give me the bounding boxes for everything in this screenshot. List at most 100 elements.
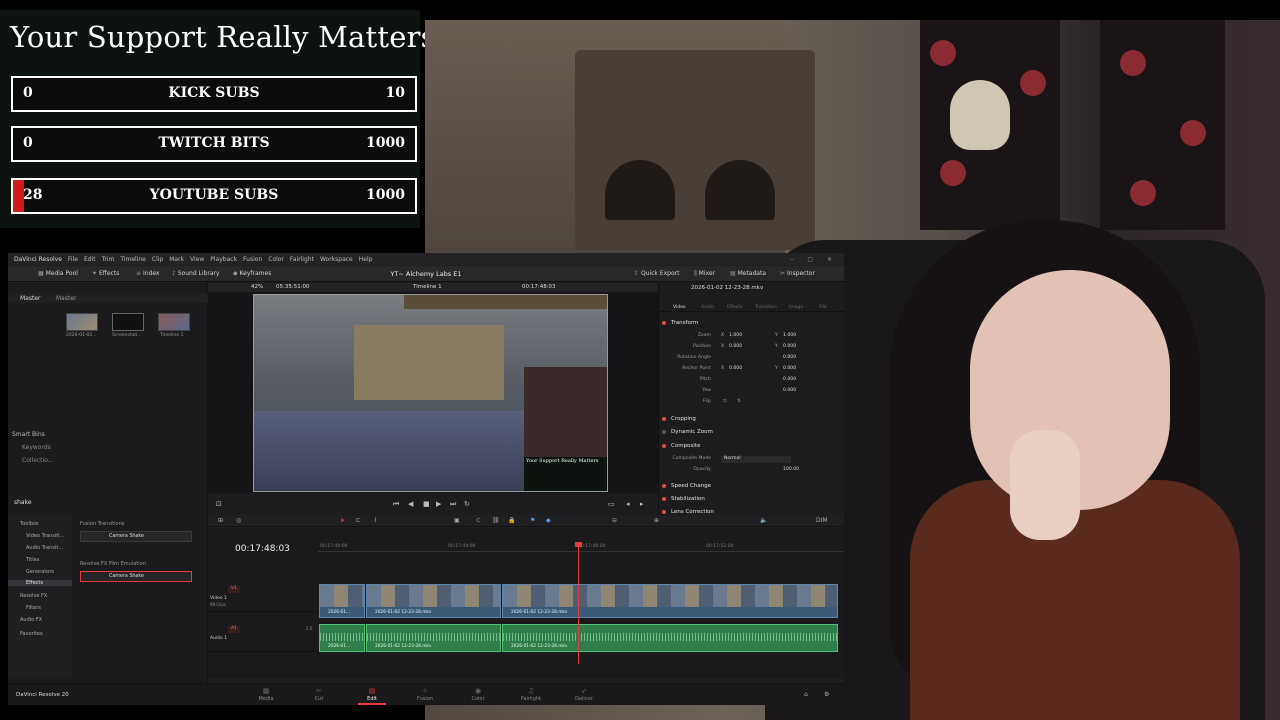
viewer-options-icon[interactable]: ⊡	[216, 500, 222, 508]
section-cropping[interactable]: Cropping	[662, 416, 696, 422]
tree-generators[interactable]: Generators	[26, 569, 54, 575]
reverse-icon[interactable]: ◀	[408, 500, 413, 508]
metadata-button[interactable]: ▤ Metadata	[730, 270, 766, 277]
smart-bin-collections[interactable]: Collectio...	[12, 457, 54, 464]
audio-clip[interactable]: 2026-01...	[319, 624, 365, 652]
page-cut[interactable]: ✂ Cut	[305, 687, 333, 702]
link-icon[interactable]: ⛓	[492, 517, 500, 524]
marker-icon[interactable]: ◆	[546, 517, 551, 524]
smart-bin-keywords[interactable]: Keywords	[12, 444, 54, 451]
mark-out-icon[interactable]: ▸	[640, 500, 644, 508]
anchor-y-field[interactable]: 0.000	[783, 366, 796, 371]
pitch-field[interactable]: 0.000	[783, 377, 796, 382]
menu-color[interactable]: Color	[268, 256, 284, 263]
tree-audio-fx[interactable]: Audio FX	[20, 617, 42, 623]
tree-resolve-fx[interactable]: Resolve FX	[20, 593, 47, 599]
settings-gear-icon[interactable]: ⚙	[824, 691, 829, 698]
clip-thumbnail[interactable]	[66, 313, 98, 331]
tree-video-transitions[interactable]: Video Transiti...	[26, 533, 64, 539]
viewer-zoom[interactable]: 42%	[251, 284, 263, 290]
tree-favorites[interactable]: Favorites	[20, 631, 43, 637]
stop-icon[interactable]: ■	[423, 500, 430, 508]
zoom-in-icon[interactable]: ⊕	[654, 517, 659, 524]
volume-icon[interactable]: 🔈	[760, 517, 767, 524]
menu-clip[interactable]: Clip	[152, 256, 163, 263]
yaw-field[interactable]: 0.000	[783, 388, 796, 393]
section-speed-change[interactable]: Speed Change	[661, 483, 711, 489]
tree-audio-transitions[interactable]: Audio Transit...	[26, 545, 63, 551]
tab-audio[interactable]: Audio	[701, 305, 714, 310]
timeline-thumbnail[interactable]	[158, 313, 190, 331]
blade-tool-icon[interactable]: ⌇	[374, 517, 377, 524]
tab-master-bin[interactable]: Master	[56, 295, 77, 302]
layout-icon[interactable]: ⊞	[218, 517, 223, 524]
tree-filters[interactable]: Filters	[26, 605, 41, 611]
section-composite[interactable]: Composite	[661, 443, 700, 449]
trim-tool-icon[interactable]: ⊏	[356, 517, 361, 524]
flip-horizontal-icon[interactable]: ⇆	[723, 399, 727, 404]
tab-file[interactable]: File	[819, 305, 827, 310]
match-frame-icon[interactable]: ▭	[608, 500, 615, 508]
track-height-icon[interactable]: ◎	[236, 517, 241, 524]
section-dynamic-zoom[interactable]: Dynamic Zoom	[662, 429, 713, 435]
page-deliver[interactable]: ➶ Deliver	[570, 687, 598, 702]
tree-toolbox[interactable]: Toolbox	[20, 521, 39, 527]
video-clip[interactable]: 2026-01-02 12-23-28.mkv	[366, 584, 501, 618]
dim-button[interactable]: DIM	[816, 517, 828, 524]
mixer-button[interactable]: ⫼ Mixer	[694, 270, 715, 278]
flag-icon[interactable]: ⚑	[530, 517, 535, 524]
section-transform[interactable]: Transform	[661, 320, 698, 326]
opacity-field[interactable]: 100.00	[783, 467, 799, 472]
page-edit[interactable]: ▤ Edit	[358, 687, 386, 705]
page-fusion[interactable]: ✧ Fusion	[411, 687, 439, 702]
lock-icon[interactable]: 🔒	[508, 517, 515, 524]
menu-edit[interactable]: Edit	[84, 256, 96, 263]
skip-back-icon[interactable]: ⏮	[393, 500, 399, 509]
tab-transition[interactable]: Transition	[755, 305, 777, 310]
tab-video[interactable]: Video	[673, 305, 686, 310]
zoom-y-field[interactable]: 1.000	[783, 333, 796, 338]
menu-view[interactable]: View	[190, 256, 204, 263]
snapping-icon[interactable]: ⊂	[476, 517, 481, 524]
menu-mark[interactable]: Mark	[169, 256, 184, 263]
tab-image[interactable]: Image	[789, 305, 803, 310]
effect-camera-shake-fusion[interactable]: Camera Shake	[80, 531, 192, 542]
menu-playback[interactable]: Playback	[210, 256, 237, 263]
tree-effects[interactable]: Effects	[8, 580, 72, 586]
effects-search-input[interactable]: shake	[14, 499, 204, 508]
play-icon[interactable]: ▶	[436, 500, 441, 508]
page-fairlight[interactable]: ♫ Fairlight	[517, 687, 545, 702]
menu-file[interactable]: File	[68, 256, 78, 263]
tab-effects[interactable]: Effects	[727, 305, 742, 310]
menu-trim[interactable]: Trim	[102, 256, 115, 263]
viewer-frame[interactable]: Your Support Really Matters	[253, 294, 608, 492]
inspector-button[interactable]: ✂ Inspector	[780, 270, 815, 277]
skip-forward-icon[interactable]: ⏭	[450, 500, 456, 509]
flip-vertical-icon[interactable]: ⇅	[737, 399, 741, 404]
audio-track-header[interactable]: A1 Audio 1 2.0	[208, 622, 318, 652]
menu-fusion[interactable]: Fusion	[243, 256, 262, 263]
selection-tool-icon[interactable]: ➤	[340, 517, 345, 524]
audio-clip[interactable]: 2026-01-02 12-23-28.mkv	[366, 624, 501, 652]
overwrite-icon[interactable]: ▣	[454, 517, 460, 524]
home-icon[interactable]: ⌂	[804, 691, 808, 698]
menu-help[interactable]: Help	[359, 256, 373, 263]
window-controls[interactable]: – ▢ ✕	[790, 256, 838, 263]
clip-thumbnail[interactable]	[112, 313, 144, 331]
menu-fairlight[interactable]: Fairlight	[290, 256, 314, 263]
loop-icon[interactable]: ↻	[464, 500, 470, 508]
video-clip[interactable]: 2026-01-02 12-23-28.mkv	[502, 584, 838, 618]
zoom-out-icon[interactable]: ⊖	[612, 517, 617, 524]
mark-in-icon[interactable]: ◂	[626, 500, 630, 508]
viewer-timeline-name[interactable]: Timeline 1	[413, 284, 442, 290]
zoom-x-field[interactable]: 1.000	[729, 333, 742, 338]
rotation-field[interactable]: 0.000	[783, 355, 796, 360]
page-media[interactable]: ▦ Media	[252, 687, 280, 702]
menu-timeline[interactable]: Timeline	[120, 256, 146, 263]
tab-master[interactable]: Master	[20, 295, 41, 302]
section-stabilization[interactable]: Stabilization	[662, 496, 705, 502]
audio-clip[interactable]: 2026-01-02 12-23-28.mkv	[502, 624, 838, 652]
position-y-field[interactable]: 0.000	[783, 344, 796, 349]
page-color[interactable]: ◉ Color	[464, 687, 492, 702]
position-x-field[interactable]: 0.000	[729, 344, 742, 349]
